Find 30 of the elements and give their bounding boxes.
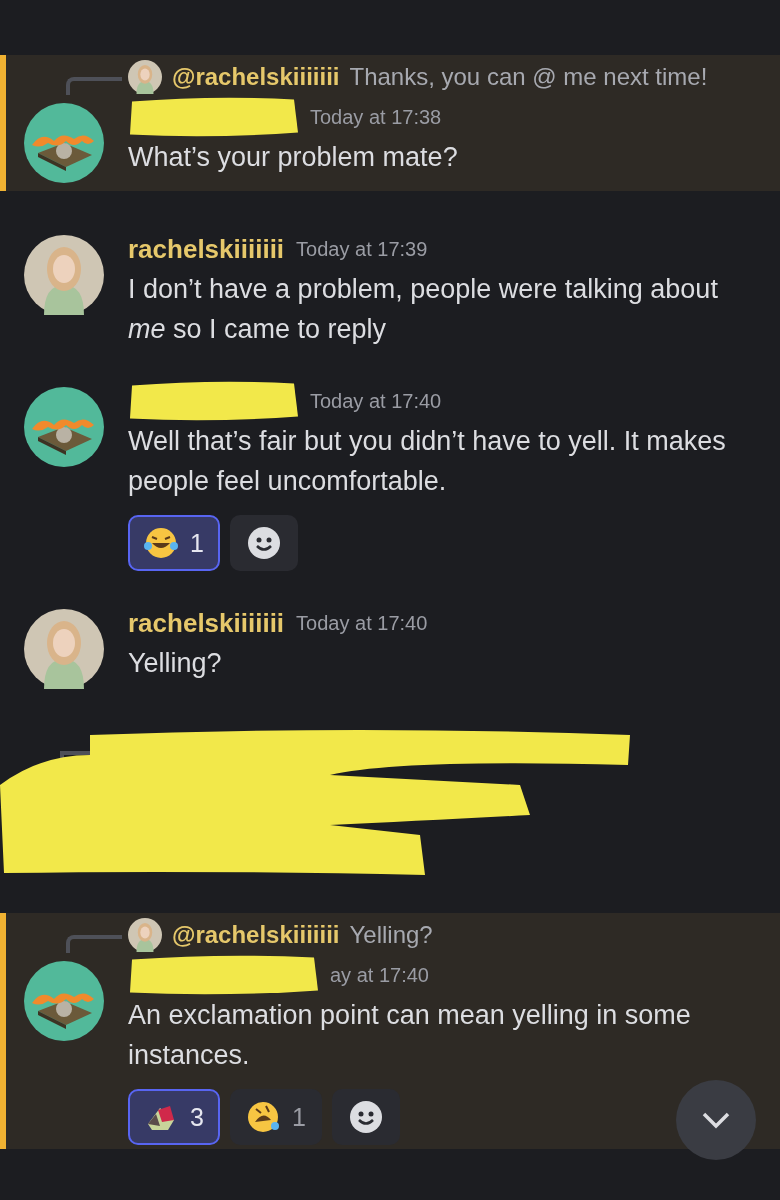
message-text: An exclamation point can mean yelling in some instances. <box>128 999 692 1072</box>
timestamp: Today at 17:39 <box>296 237 428 261</box>
laughing-face-icon <box>245 1100 280 1134</box>
laughing-face-icon <box>144 526 178 560</box>
username[interactable]: rachelskiiiiiii <box>128 607 285 639</box>
message-text: Well that’s fair but you didn’t have to yell. It makes people feel uncomfortable. <box>128 425 727 498</box>
timestamp: Today at 17:40 <box>310 389 442 413</box>
reply-author[interactable]: @rachelskiiiiiii <box>172 921 340 949</box>
timestamp: Today at 17:40 <box>296 611 428 635</box>
reply-preview[interactable]: Yelling? <box>349 921 433 949</box>
avatar <box>128 60 162 94</box>
reply-connector <box>66 935 122 953</box>
add-reaction-button[interactable] <box>331 1089 400 1145</box>
reply-preview[interactable]: Thanks, you can @ me next time! <box>349 63 708 91</box>
reaction-button[interactable]: 1 <box>128 515 220 571</box>
timestamp: ay at 17:40 <box>330 963 429 987</box>
reaction-button[interactable]: 3 <box>128 1089 220 1145</box>
chevron-down-icon <box>701 1111 731 1129</box>
smiley-icon <box>348 1100 383 1134</box>
message-text: What’s your problem mate? <box>128 141 459 174</box>
message-text: Yelling? <box>128 647 223 680</box>
message-text: I don’t have a problem, people were talking about me so I came to reply <box>128 273 719 346</box>
timestamp: Today at 17:38 <box>310 105 442 129</box>
reaction-button[interactable]: 1 <box>229 1089 322 1145</box>
smiley-icon <box>246 526 281 560</box>
add-reaction-button[interactable] <box>229 515 298 571</box>
reply-author[interactable]: @rachelskiiiiiii <box>172 63 340 91</box>
avatar <box>128 918 162 952</box>
reply-connector <box>66 77 122 95</box>
username[interactable]: rachelskiiiiiii <box>128 233 285 265</box>
